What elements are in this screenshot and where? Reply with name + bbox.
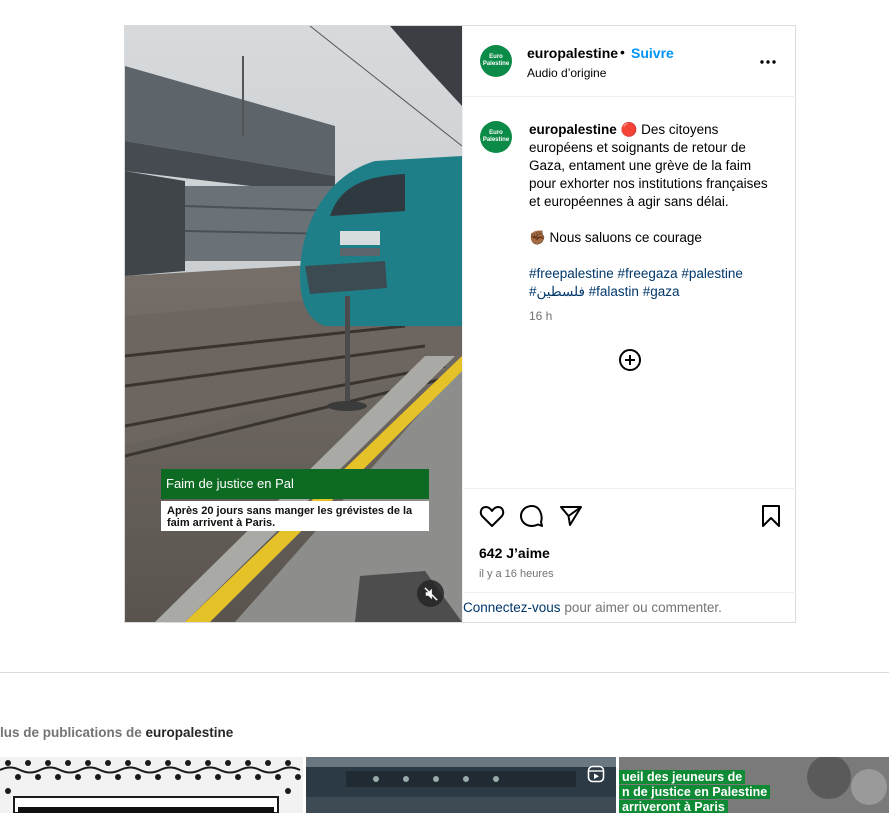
- login-prompt: Connectez-vous pour aimer ou commenter.: [463, 592, 796, 622]
- thumbnail-2[interactable]: [306, 757, 616, 813]
- bookmark-icon: [762, 505, 780, 527]
- caption-hashtags[interactable]: #freepalestine #freegaza #palestine #فلس…: [529, 265, 769, 301]
- thumbnail-3-text-1: ueil des jeuneurs de: [619, 770, 746, 784]
- caption-username[interactable]: europalestine: [529, 122, 617, 137]
- caption-avatar[interactable]: Euro Palestine: [480, 121, 512, 153]
- more-posts-prefix: lus de publications de: [0, 725, 146, 740]
- video-overlay-subtitle: Après 20 jours sans manger les grévistes…: [161, 501, 429, 531]
- share-icon: [560, 506, 582, 526]
- mute-icon: [423, 586, 438, 601]
- login-prompt-text: pour aimer ou commenter.: [560, 600, 722, 615]
- thumbnail-1-image: [0, 757, 303, 813]
- load-more-comments-button[interactable]: [618, 348, 642, 377]
- video-overlay-title: Faim de justice en Pal: [161, 469, 429, 499]
- thumbnail-3-text-2: n de justice en Palestine: [619, 785, 771, 799]
- header-username[interactable]: europalestine: [527, 45, 618, 61]
- video-frame: [125, 26, 462, 622]
- plus-circle-icon: [619, 349, 641, 371]
- more-posts-heading: lus de publications de europalestine: [0, 725, 233, 740]
- more-options-button[interactable]: [759, 52, 777, 70]
- avatar[interactable]: Euro Palestine: [480, 45, 512, 77]
- actions-section: 642 J’aime il y a 16 heures: [463, 488, 796, 592]
- more-posts-username[interactable]: europalestine: [146, 725, 234, 740]
- audio-label[interactable]: Audio d’origine: [527, 66, 606, 80]
- login-link[interactable]: Connectez-vous: [463, 600, 561, 615]
- save-button[interactable]: [761, 504, 781, 533]
- video-player[interactable]: Faim de justice en Pal Après 20 jours sa…: [125, 26, 462, 622]
- like-button[interactable]: [479, 504, 505, 533]
- post-card: Faim de justice en Pal Après 20 jours sa…: [124, 25, 796, 623]
- reel-badge: [587, 765, 605, 788]
- post-header: Euro Palestine europalestine • Suivre Aud…: [463, 26, 796, 97]
- post-timestamp: il y a 16 heures: [479, 568, 554, 580]
- thumbnail-1[interactable]: [0, 757, 303, 813]
- caption-time: 16 h: [529, 309, 553, 323]
- post-sidebar: Euro Palestine europalestine • Suivre Aud…: [462, 26, 796, 622]
- caption-text-2: ✊🏾 Nous saluons ce courage: [529, 230, 702, 245]
- section-divider: [0, 672, 889, 673]
- separator-dot: •: [620, 44, 625, 60]
- heart-icon: [479, 506, 505, 527]
- comment-icon: [520, 505, 543, 527]
- thumbnail-2-image: [306, 757, 616, 813]
- reel-icon: [587, 765, 605, 783]
- follow-button[interactable]: Suivre: [631, 45, 674, 61]
- likes-count[interactable]: 642 J’aime: [479, 545, 550, 561]
- thumbnail-3-text-3: arriveront à Paris: [619, 800, 728, 813]
- thumbnail-3[interactable]: ueil des jeuneurs de n de justice en Pal…: [619, 757, 889, 813]
- more-icon: [760, 60, 776, 64]
- mute-button[interactable]: [417, 580, 444, 607]
- caption: europalestine 🔴 Des citoyens européens e…: [529, 121, 769, 301]
- share-button[interactable]: [559, 504, 583, 533]
- comment-button[interactable]: [519, 504, 545, 533]
